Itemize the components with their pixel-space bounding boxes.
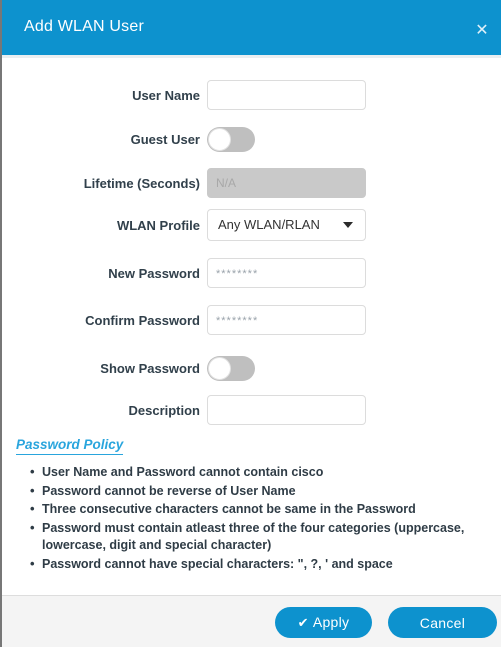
check-icon: ✔ [297,616,309,631]
add-wlan-user-dialog: Add WLAN User ✕ User Name Guest User Lifet… [0,0,501,647]
input-user-name[interactable] [207,80,366,110]
close-icon[interactable]: ✕ [473,21,491,39]
cancel-button-label: Cancel [419,614,466,631]
toggle-show-password[interactable] [207,355,255,381]
page-title: Add WLAN User [24,18,144,35]
label-new-password: New Password [108,265,200,281]
policy-rule: Password cannot have special characters:… [30,555,496,574]
form-row-wlan-profile: WLAN Profile Any WLAN/RLAN [2,209,501,241]
toggle-knob [208,356,231,380]
apply-button[interactable]: ✔ Apply [275,607,372,638]
input-lifetime-seconds [207,168,366,198]
form-row-user-name: User Name [2,80,501,110]
form-area: User Name Guest User Lifetime (Seconds) WLA… [2,58,501,433]
toggle-knob [208,127,231,151]
label-guest-user: Guest User [130,131,200,147]
policy-rule: Password cannot be reverse of User Name [30,482,496,501]
policy-rule: User Name and Password cannot contain ci… [30,463,496,482]
form-row-description: Description [2,395,501,425]
password-policy-list: User Name and Password cannot contain ci… [16,463,496,574]
form-row-new-password: New Password [2,258,501,288]
cancel-button[interactable]: Cancel [388,607,497,638]
toggle-guest-user[interactable] [207,126,255,152]
form-row-show-password: Show Password [2,353,501,383]
password-policy-block: Password Policy User Name and Password c… [16,436,496,574]
input-description[interactable] [207,395,366,425]
label-show-password: Show Password [100,360,200,376]
label-lifetime-seconds: Lifetime (Seconds) [83,175,200,191]
policy-rule: Password must contain atleast three of t… [30,519,496,555]
dialog-header: Add WLAN User ✕ [2,0,501,55]
apply-button-label: Apply [312,614,350,630]
label-user-name: User Name [132,87,200,103]
select-value-wlan-profile[interactable]: Any WLAN/RLAN [207,209,366,241]
input-confirm-password[interactable] [207,305,366,335]
label-confirm-password: Confirm Password [85,312,200,328]
input-new-password[interactable] [207,258,366,288]
dialog-footer: ✔ Apply Cancel [2,595,501,647]
form-row-confirm-password: Confirm Password [2,305,501,335]
password-policy-link[interactable]: Password Policy [16,437,124,455]
policy-rule: Three consecutive characters cannot be s… [30,500,496,519]
label-wlan-profile: WLAN Profile [116,217,200,233]
select-wlan-profile[interactable]: Any WLAN/RLAN [207,209,366,241]
form-row-lifetime-seconds: Lifetime (Seconds) [2,168,501,198]
label-description: Description [128,402,200,418]
form-row-guest-user: Guest User [2,124,501,154]
